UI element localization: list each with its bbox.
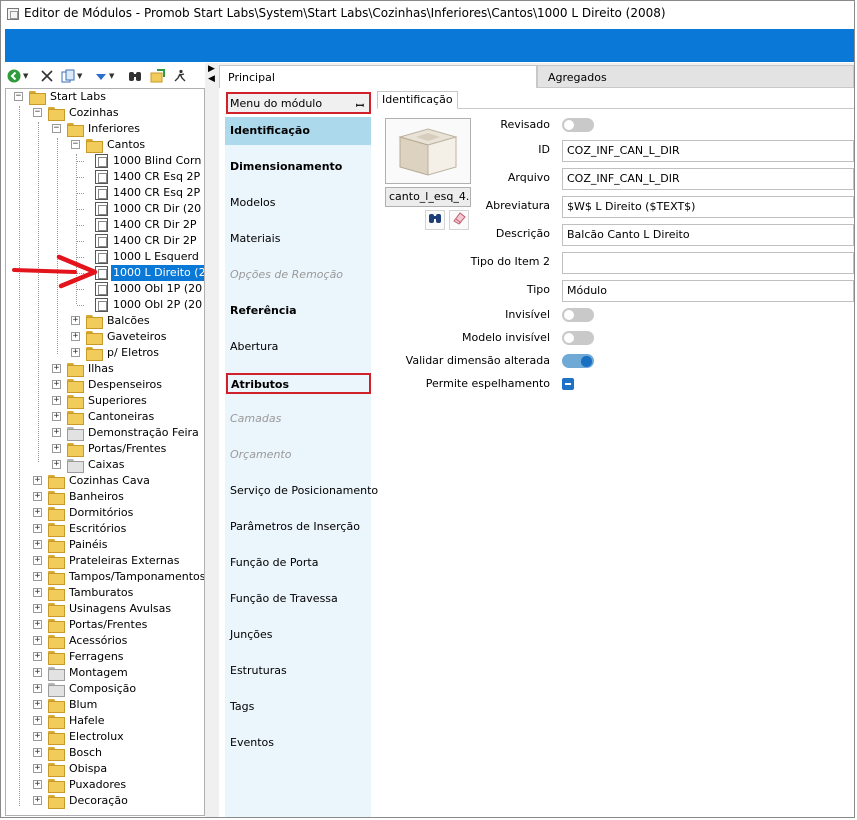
pin-icon[interactable]: ꟷ — [356, 98, 364, 112]
arquivo-label: Arquivo — [507, 171, 550, 184]
menu-item-juncoes[interactable]: Junções — [225, 621, 371, 649]
menu-item-orcamento[interactable]: Orçamento — [225, 441, 371, 469]
module-icon — [95, 186, 108, 200]
module-icon — [95, 234, 108, 248]
image-filename: canto_l_esq_4. — [385, 187, 471, 207]
menu-item-dimensionamento[interactable]: Dimensionamento — [225, 153, 371, 181]
menu-item-materiais[interactable]: Materiais — [225, 225, 371, 253]
menu-item-funcao-porta[interactable]: Função de Porta — [225, 549, 371, 577]
menu-item-tags[interactable]: Tags — [225, 693, 371, 721]
menu-item-servico-posicionamento[interactable]: Serviço de Posicionamento — [225, 477, 378, 505]
module-icon — [95, 218, 108, 232]
binoculars-icon[interactable] — [128, 68, 142, 84]
back-icon[interactable]: ▼ — [7, 68, 28, 84]
run-icon[interactable] — [173, 68, 187, 84]
modelo-invisivel-toggle[interactable] — [562, 331, 594, 345]
abreviatura-label: Abreviatura — [485, 199, 550, 212]
menu-item-opcoes-remocao[interactable]: Opções de Remoção — [225, 261, 371, 289]
module-tree[interactable]: − Start Labs − Cozinhas − Inferiores − C… — [5, 88, 205, 816]
revisado-toggle[interactable] — [562, 118, 594, 132]
annotation-arrow-icon — [12, 254, 98, 289]
tab-principal[interactable]: Principal — [219, 65, 537, 88]
module-icon — [95, 202, 108, 216]
menu-item-camadas[interactable]: Camadas — [225, 405, 371, 433]
arquivo-field[interactable]: COZ_INF_CAN_L_DIR — [562, 168, 854, 190]
ribbon-bar — [5, 29, 854, 62]
validar-dimensao-label: Validar dimensão alterada — [405, 354, 550, 367]
copy-icon[interactable]: ▼ — [61, 68, 82, 84]
validar-dimensao-toggle[interactable] — [562, 354, 594, 368]
tipo-label: Tipo — [526, 283, 550, 296]
modelo-invisivel-label: Modelo invisível — [462, 331, 550, 344]
menu-item-modelos[interactable]: Modelos — [225, 189, 371, 217]
collapse-left-icon[interactable]: ▶ — [208, 64, 215, 74]
module-icon — [95, 298, 108, 312]
menu-item-referencia[interactable]: Referência — [225, 297, 371, 325]
menu-item-parametros-insercao[interactable]: Parâmetros de Inserção — [225, 513, 371, 541]
menu-item-funcao-travessa[interactable]: Função de Travessa — [225, 585, 371, 613]
menu-item-estruturas[interactable]: Estruturas — [225, 657, 371, 685]
cabinet-preview-icon — [398, 128, 458, 176]
descricao-field[interactable]: Balcão Canto L Direito — [562, 224, 854, 246]
tipo-select[interactable]: Módulo — [562, 280, 854, 302]
module-thumbnail[interactable] — [385, 118, 471, 184]
tree-toolbar: ▼ ▼ ▼ — [5, 65, 201, 87]
module-icon — [95, 170, 108, 184]
down-arrow-icon[interactable]: ▼ — [95, 68, 114, 84]
module-menu-header: Menu do módulo ꟷ — [226, 92, 371, 114]
invisivel-toggle[interactable] — [562, 308, 594, 322]
menu-item-eventos[interactable]: Eventos — [225, 729, 371, 757]
menu-item-abertura[interactable]: Abertura — [225, 333, 371, 361]
revisado-label: Revisado — [500, 118, 550, 131]
module-menu-list: Identificação Dimensionamento Modelos Ma… — [225, 117, 378, 817]
permite-espelhamento-checkbox[interactable] — [562, 378, 574, 390]
tab-agregados[interactable]: Agregados — [537, 65, 854, 88]
app-icon — [7, 8, 19, 20]
eraser-icon[interactable] — [449, 210, 469, 230]
export-icon[interactable] — [150, 68, 165, 84]
module-menu-panel: Menu do módulo ꟷ Identificação Dimension… — [225, 91, 378, 817]
abreviatura-field[interactable]: $W$ L Direito ($TEXT$) — [562, 196, 854, 218]
editor-window: Editor de Módulos - Promob Start Labs\Sy… — [0, 0, 855, 818]
id-field[interactable]: COZ_INF_CAN_L_DIR — [562, 140, 854, 162]
descricao-label: Descrição — [495, 227, 550, 240]
module-icon — [95, 154, 108, 168]
pane-splitter[interactable]: ▶ ◀ — [205, 63, 219, 817]
expand-left-icon[interactable]: ◀ — [208, 74, 215, 84]
window-title: Editor de Módulos - Promob Start Labs\Sy… — [24, 6, 666, 20]
id-label: ID — [538, 143, 550, 156]
menu-item-identificacao[interactable]: Identificação — [225, 117, 371, 145]
tipo-item2-label: Tipo do Item 2 — [470, 255, 550, 268]
content-tab-strip: Identificação — [377, 91, 854, 109]
permite-espelhamento-label: Permite espelhamento — [425, 377, 550, 390]
title-bar: Editor de Módulos - Promob Start Labs\Sy… — [1, 1, 854, 28]
tipo-item2-field[interactable] — [562, 252, 854, 274]
module-menu-title: Menu do módulo — [230, 97, 323, 110]
tab-identificacao[interactable]: Identificação — [377, 91, 458, 109]
close-icon[interactable] — [41, 68, 53, 84]
binoculars-icon[interactable] — [425, 210, 445, 230]
invisivel-label: Invisível — [505, 308, 550, 321]
main-tab-bar: Principal Agregados — [219, 63, 854, 88]
menu-item-atributos[interactable]: Atributos — [226, 373, 371, 394]
